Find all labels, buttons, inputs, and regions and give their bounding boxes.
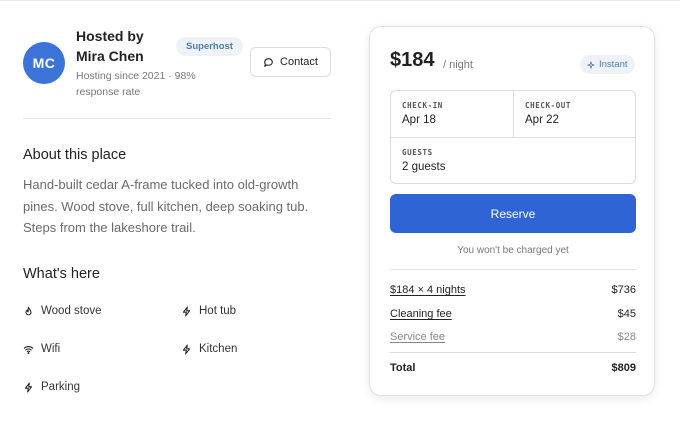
nights-breakdown-link[interactable]: $184 × 4 nights xyxy=(390,284,466,296)
amenity-label: Parking xyxy=(41,381,80,393)
contact-button[interactable]: Contact xyxy=(250,47,331,77)
about-title: About this place xyxy=(23,147,127,163)
instant-label: Instant xyxy=(599,59,628,70)
bolt-icon xyxy=(24,382,33,392)
chat-bubble-icon xyxy=(264,57,273,67)
reserve-button[interactable]: Reserve xyxy=(390,194,636,233)
amenity-label: Kitchen xyxy=(199,343,238,355)
host-meta: Hosting since 2021 · 98% response rate xyxy=(76,70,196,98)
checkout-field[interactable]: CHECK-OUT Apr 22 xyxy=(514,91,636,137)
amenity-label: Hot tub xyxy=(199,305,237,317)
booking-card: $184 / night Instant CHECK-IN Apr 18 CHE… xyxy=(369,26,655,396)
section-divider xyxy=(23,118,331,119)
avatar: MC xyxy=(23,42,65,84)
trip-details: CHECK-IN Apr 18 CHECK-OUT Apr 22 GUESTS … xyxy=(390,90,636,184)
service-fee-amount: $28 xyxy=(617,331,636,343)
amenity-parking: Parking xyxy=(23,381,80,393)
amenities-title: What's here xyxy=(23,266,100,282)
checkout-label: CHECK-OUT xyxy=(525,101,572,110)
about-description: Hand-built cedar A-frame tucked into old… xyxy=(23,177,309,235)
top-divider xyxy=(0,0,680,1)
bolt-icon xyxy=(182,306,191,316)
total-label: Total xyxy=(390,362,416,374)
checkin-field[interactable]: CHECK-IN Apr 18 xyxy=(391,91,513,137)
wifi-icon xyxy=(23,345,34,354)
bolt-icon xyxy=(182,344,191,354)
price-line-cleaning: Cleaning fee $45 xyxy=(390,308,636,320)
amenity-wifi: Wifi xyxy=(23,343,60,355)
guests-value: 2 guests xyxy=(402,161,446,173)
amenity-label: Wifi xyxy=(41,343,61,355)
host-name: Hosted by Mira Chen xyxy=(76,28,144,64)
total-row: Total $809 xyxy=(390,362,636,374)
instant-book-badge: Instant xyxy=(580,55,635,74)
cleaning-fee-link[interactable]: Cleaning fee xyxy=(390,308,452,320)
amenity-label: Wood stove xyxy=(41,305,102,317)
price-line-service: Service fee $28 xyxy=(390,331,636,343)
guests-label: GUESTS xyxy=(402,148,433,157)
cleaning-fee-amount: $45 xyxy=(617,308,636,320)
nightly-price: $184 xyxy=(390,49,435,71)
amenity-hot-tub: Hot tub xyxy=(181,305,236,317)
sparkle-icon xyxy=(587,60,595,69)
total-divider xyxy=(390,352,636,353)
checkout-value: Apr 22 xyxy=(525,114,559,126)
flame-icon xyxy=(25,306,32,315)
price-divider xyxy=(390,269,636,270)
service-fee-link[interactable]: Service fee xyxy=(390,331,445,343)
checkin-label: CHECK-IN xyxy=(402,101,443,110)
price-line-nights: $184 × 4 nights $736 xyxy=(390,284,636,296)
host-section: MC Hosted by Mira Chen Superhost Hosting… xyxy=(23,25,331,98)
no-charge-note: You won't be charged yet xyxy=(457,245,569,256)
amenity-wood-stove: Wood stove xyxy=(23,305,102,317)
superhost-badge: Superhost xyxy=(176,37,243,56)
guests-field[interactable]: GUESTS 2 guests xyxy=(391,138,635,184)
nights-amount: $736 xyxy=(611,284,636,296)
amenity-kitchen: Kitchen xyxy=(181,343,237,355)
total-amount: $809 xyxy=(611,362,636,374)
checkin-value: Apr 18 xyxy=(402,114,436,126)
contact-label: Contact xyxy=(280,56,318,68)
per-night-label: / night xyxy=(443,59,473,71)
